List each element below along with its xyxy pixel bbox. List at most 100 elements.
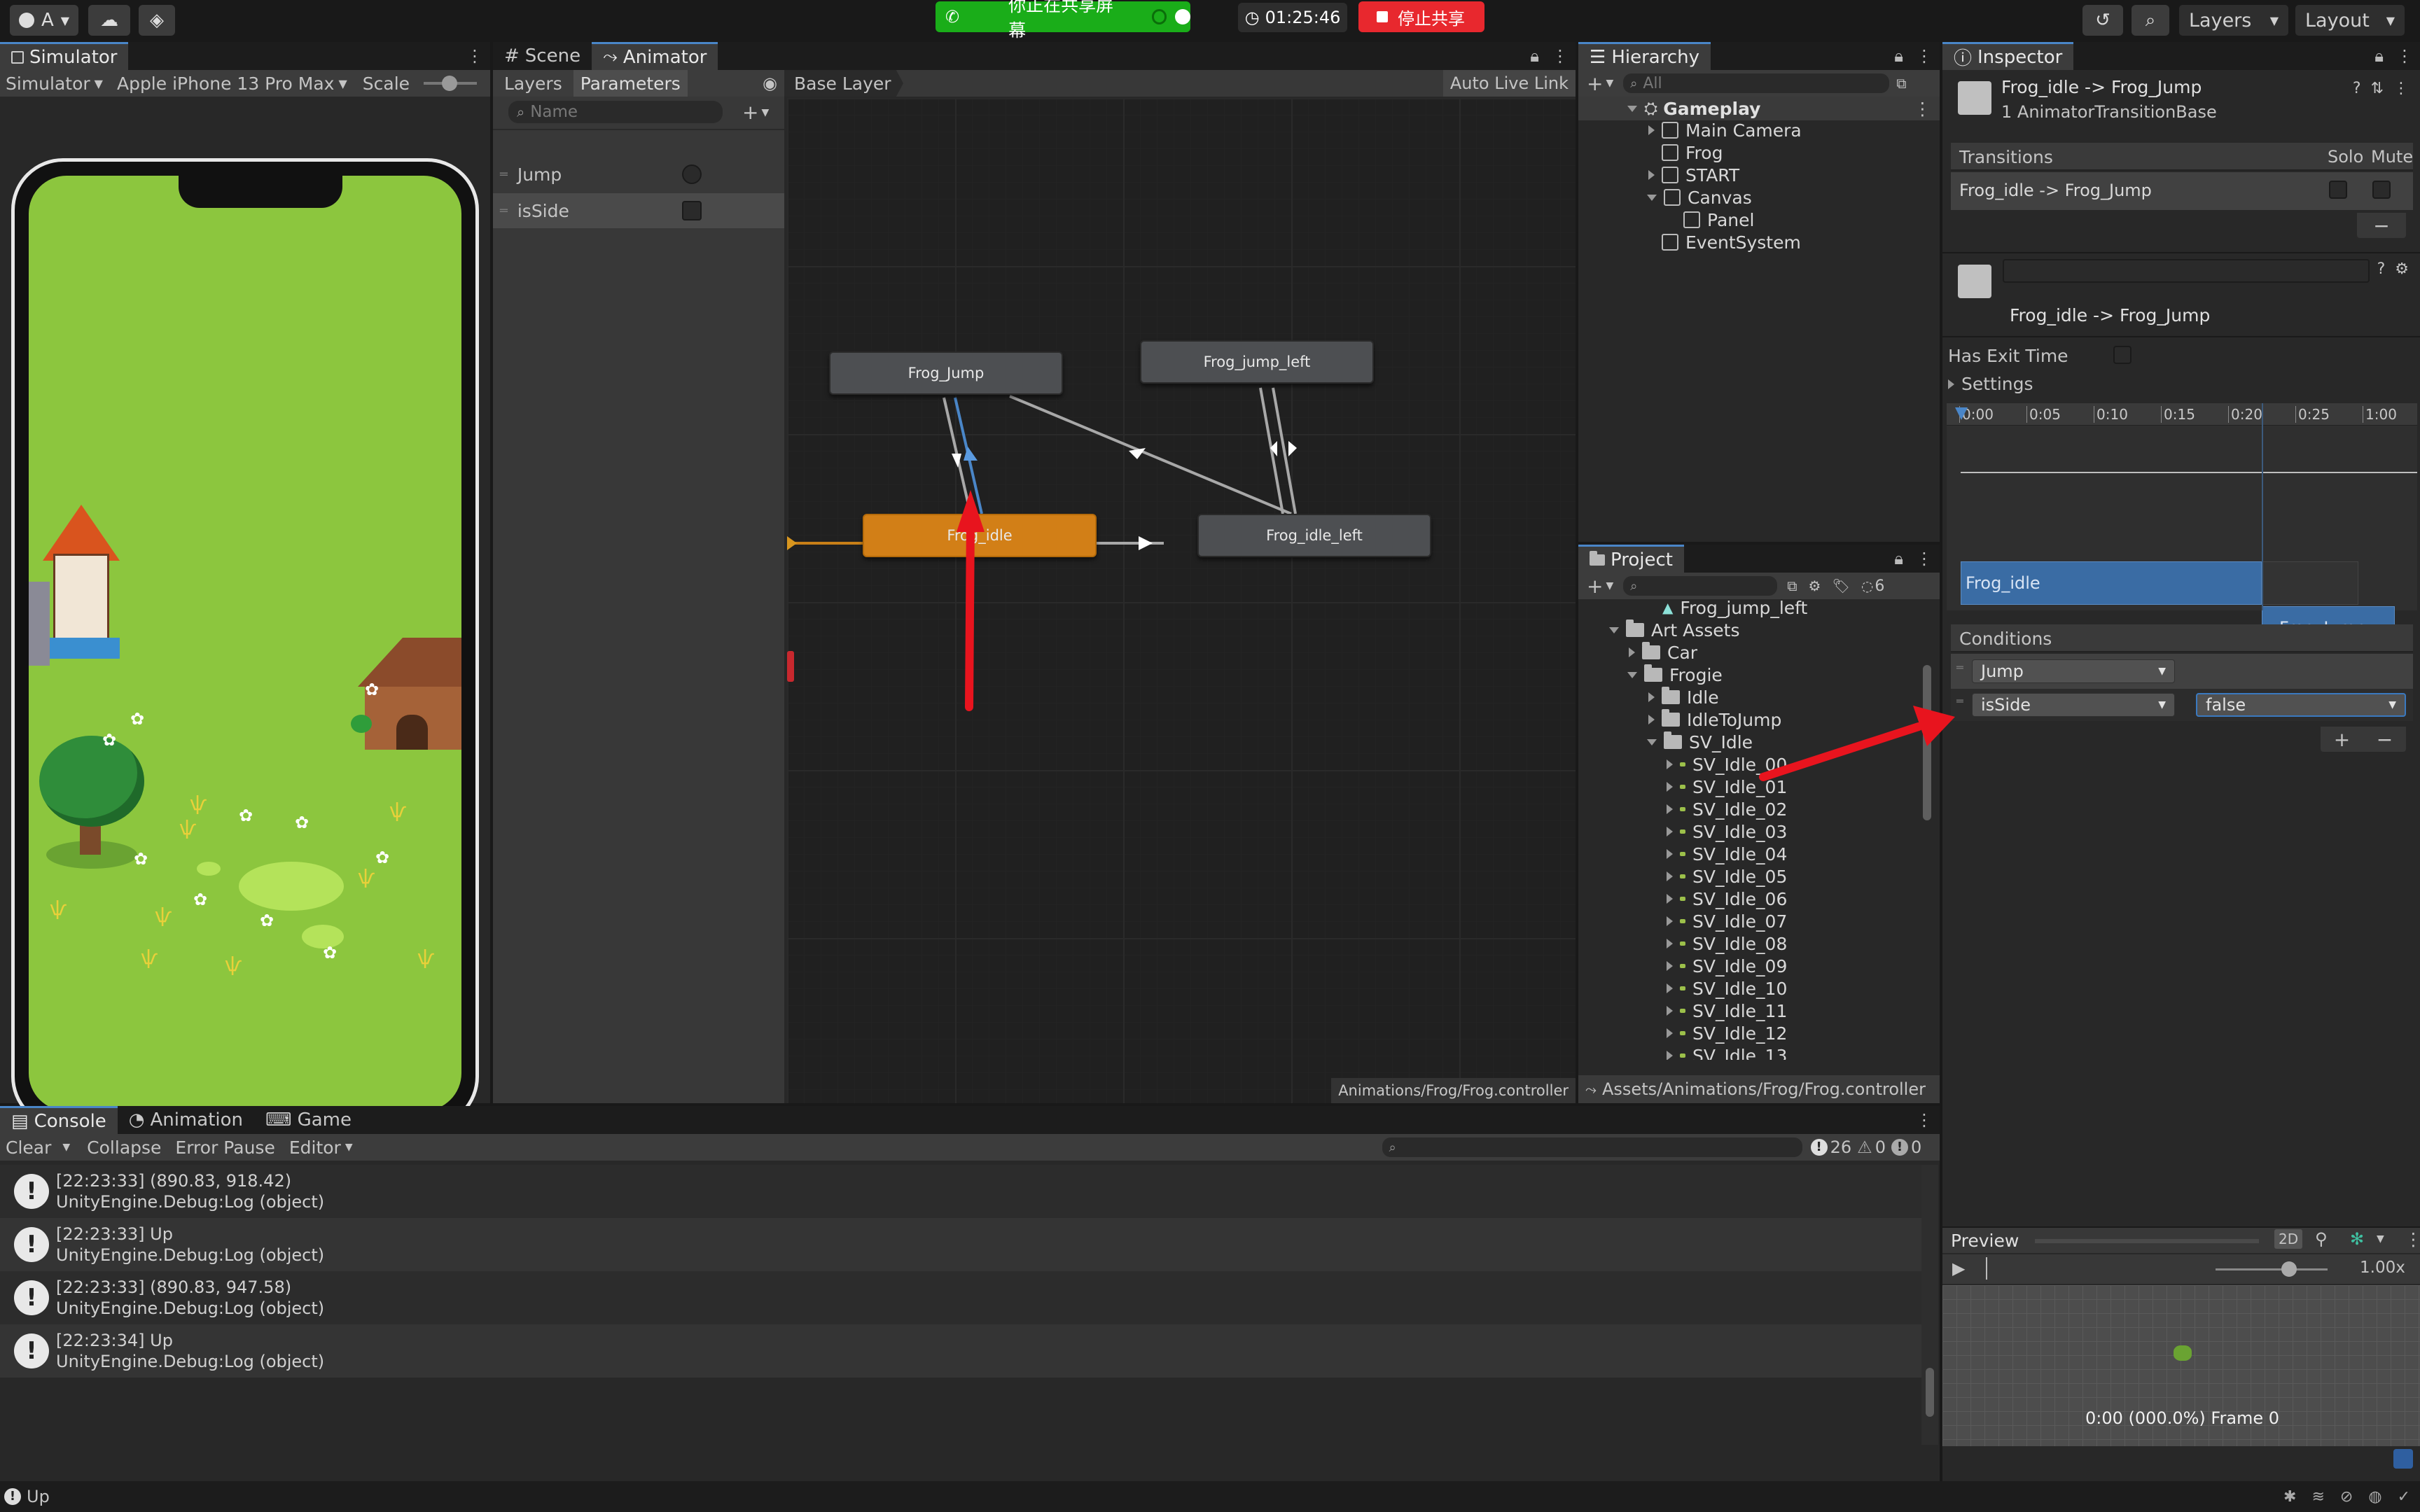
tab-animator[interactable]: ⤳ Animator bbox=[592, 42, 718, 70]
scale-slider-handle[interactable] bbox=[442, 76, 458, 91]
avatar-icon[interactable]: ✻ bbox=[2350, 1229, 2364, 1249]
expand-arrow-icon[interactable] bbox=[1667, 961, 1673, 971]
drag-handle-icon[interactable]: ═ bbox=[500, 204, 508, 218]
game-screen[interactable]: ✿ ✿ ✿ ✿ ✿ ✿ ✿ ✿ ✿ ✿ ѱ ѱ ѱ ѱ ѱ ѱ ѱ ѱ ѱ bbox=[29, 176, 461, 1111]
solo-checkbox[interactable] bbox=[2329, 181, 2347, 199]
animator-graph[interactable]: Frog_Jump Frog_jump_left Frog_idle Frog_… bbox=[787, 98, 1576, 1103]
simulator-mode-dropdown[interactable]: Simulator ▼ bbox=[6, 74, 103, 94]
cloud-button[interactable]: ☁ bbox=[88, 5, 130, 36]
more-options-icon[interactable]: ⋮ bbox=[1916, 46, 1933, 66]
project-clip-item[interactable]: SV_Idle_07 bbox=[1667, 911, 1787, 932]
tab-console[interactable]: ▤ Console bbox=[0, 1106, 118, 1134]
transition-name-field[interactable] bbox=[2003, 259, 2370, 283]
project-clip-item[interactable]: SV_Idle_05 bbox=[1667, 867, 1787, 887]
preview-2d-button[interactable]: 2D bbox=[2274, 1229, 2303, 1249]
parameter-row[interactable]: ═ Jump bbox=[493, 157, 784, 192]
clip-bar-from[interactable]: Frog_idle bbox=[1961, 561, 2262, 605]
expand-arrow-icon[interactable] bbox=[1667, 827, 1673, 836]
expand-arrow-icon[interactable] bbox=[1629, 648, 1635, 657]
parameter-row[interactable]: ═ isSide bbox=[493, 193, 784, 228]
project-clip-item[interactable]: SV_Idle_09 bbox=[1667, 956, 1787, 976]
drag-handle-icon[interactable]: ═ bbox=[1956, 661, 1963, 674]
more-options-icon[interactable]: ⋮ bbox=[1916, 549, 1933, 568]
remove-transition-button[interactable]: − bbox=[2357, 213, 2406, 238]
error-pause-button[interactable]: Error Pause bbox=[175, 1138, 274, 1158]
expand-arrow-icon[interactable] bbox=[1667, 1006, 1673, 1016]
account-button[interactable]: A ▼ bbox=[10, 5, 78, 36]
preview-drag-bar[interactable] bbox=[2035, 1239, 2259, 1243]
more-options-icon[interactable]: ⋮ bbox=[1916, 1110, 1933, 1130]
expand-arrow-icon[interactable] bbox=[1667, 894, 1673, 904]
expand-arrow-icon[interactable] bbox=[1648, 715, 1655, 724]
expand-arrow-icon[interactable] bbox=[1627, 105, 1637, 112]
label-icon[interactable]: 🏷︎ bbox=[1832, 578, 1849, 594]
project-clip-item[interactable]: SV_Idle_13 bbox=[1667, 1046, 1787, 1060]
history-button[interactable]: ↺ bbox=[2082, 5, 2123, 36]
collapse-arrow-icon[interactable] bbox=[1627, 671, 1637, 678]
tab-project[interactable]: Project bbox=[1578, 545, 1684, 573]
hierarchy-item-eventsystem[interactable]: EventSystem bbox=[1662, 231, 1801, 253]
trigger-radio[interactable] bbox=[682, 164, 702, 184]
console-search[interactable]: ⌕ bbox=[1382, 1138, 1802, 1157]
expand-arrow-icon[interactable] bbox=[1667, 760, 1673, 769]
scale-slider[interactable] bbox=[424, 76, 478, 91]
collapse-arrow-icon[interactable] bbox=[1647, 194, 1657, 201]
collapse-button[interactable]: Collapse bbox=[87, 1138, 161, 1158]
lock-icon[interactable]: 🔒︎ bbox=[1894, 46, 1903, 66]
tab-simulator[interactable]: Simulator bbox=[0, 42, 129, 70]
project-search[interactable]: ⌕ bbox=[1623, 576, 1778, 596]
project-clip-item[interactable]: SV_Idle_12 bbox=[1667, 1023, 1787, 1044]
breadcrumb-base-layer[interactable]: Base Layer bbox=[784, 70, 903, 97]
filter-icon[interactable]: ⚙ bbox=[1809, 578, 1821, 594]
add-condition-button[interactable]: + bbox=[2334, 728, 2350, 751]
tab-inspector[interactable]: ⓘ Inspector bbox=[1942, 42, 2074, 70]
expand-arrow-icon[interactable] bbox=[1667, 804, 1673, 814]
tab-animation[interactable]: ◔ Animation bbox=[118, 1106, 254, 1134]
log-toggle[interactable]: ! 26 bbox=[1810, 1138, 1851, 1157]
expand-arrow-icon[interactable] bbox=[1667, 849, 1673, 859]
tab-layers[interactable]: Layers bbox=[493, 70, 573, 97]
chevron-down-icon[interactable]: ▼ bbox=[62, 1142, 70, 1153]
editor-dropdown[interactable]: Editor bbox=[289, 1138, 341, 1158]
pivot-icon[interactable]: ⚲ bbox=[2315, 1229, 2328, 1249]
project-item[interactable]: ▲ Frog_jump_left bbox=[1662, 598, 1807, 618]
more-options-icon[interactable]: ⋮ bbox=[2396, 46, 2413, 66]
transition-end-marker[interactable] bbox=[2262, 403, 2263, 610]
project-clip-item[interactable]: SV_Idle_08 bbox=[1667, 934, 1787, 954]
preview-viewport[interactable]: 0:00 (000.0%) Frame 0 bbox=[1942, 1285, 2420, 1446]
condition-parameter-dropdown[interactable]: Jump ▼ bbox=[1972, 659, 2175, 683]
mute-checkbox[interactable] bbox=[2372, 181, 2391, 199]
cache-icon[interactable]: ◍ bbox=[2368, 1488, 2381, 1506]
help-icon[interactable]: ? bbox=[2353, 80, 2361, 97]
add-object-button[interactable]: + bbox=[1587, 72, 1603, 95]
hierarchy-item-canvas[interactable]: Canvas bbox=[1647, 186, 1752, 209]
search-button[interactable]: ⌕ bbox=[2132, 5, 2169, 36]
layout-dropdown[interactable]: Layout ▼ bbox=[2295, 5, 2405, 36]
lock-icon[interactable]: 🔒︎ bbox=[1894, 549, 1903, 568]
status-message[interactable]: Up bbox=[27, 1487, 50, 1506]
project-clip-item[interactable]: SV_Idle_06 bbox=[1667, 889, 1787, 909]
network-icon[interactable]: ⊘ bbox=[2340, 1488, 2353, 1506]
warning-toggle[interactable]: ⚠ 0 bbox=[1857, 1138, 1886, 1157]
stop-share-button[interactable]: 停止共享 bbox=[1358, 1, 1484, 32]
device-dropdown[interactable]: Apple iPhone 13 Pro Max ▼ bbox=[117, 74, 347, 94]
preview-scrubber[interactable] bbox=[1986, 1257, 1987, 1280]
lock-icon[interactable]: 🔒︎ bbox=[2374, 46, 2384, 66]
tab-scene[interactable]: # Scene bbox=[493, 42, 592, 70]
expand-arrow-icon[interactable] bbox=[1648, 692, 1655, 702]
project-clip-item[interactable]: SV_Idle_04 bbox=[1667, 844, 1787, 864]
hierarchy-item-start[interactable]: START bbox=[1648, 164, 1739, 186]
expand-arrow-icon[interactable] bbox=[1667, 782, 1673, 792]
parameter-search[interactable]: ⌕ Name bbox=[508, 101, 723, 123]
more-options-icon[interactable]: ⋮ bbox=[1914, 99, 1931, 119]
preset-icon[interactable]: ⇅ bbox=[2371, 80, 2384, 97]
lock-icon[interactable]: 🔒︎ bbox=[1530, 46, 1539, 66]
project-clip-item[interactable]: SV_Idle_11 bbox=[1667, 1001, 1787, 1021]
condition-value-dropdown[interactable]: false ▼ bbox=[2196, 693, 2406, 717]
condition-parameter-dropdown[interactable]: isSide ▼ bbox=[1972, 693, 2175, 717]
project-clip-item[interactable]: SV_Idle_03 bbox=[1667, 822, 1787, 842]
collapse-arrow-icon[interactable] bbox=[1609, 626, 1619, 634]
speed-slider-handle[interactable] bbox=[2281, 1261, 2297, 1277]
search-by-type-icon[interactable]: ⧉ bbox=[1787, 578, 1797, 594]
expand-arrow-icon[interactable] bbox=[1667, 872, 1673, 881]
